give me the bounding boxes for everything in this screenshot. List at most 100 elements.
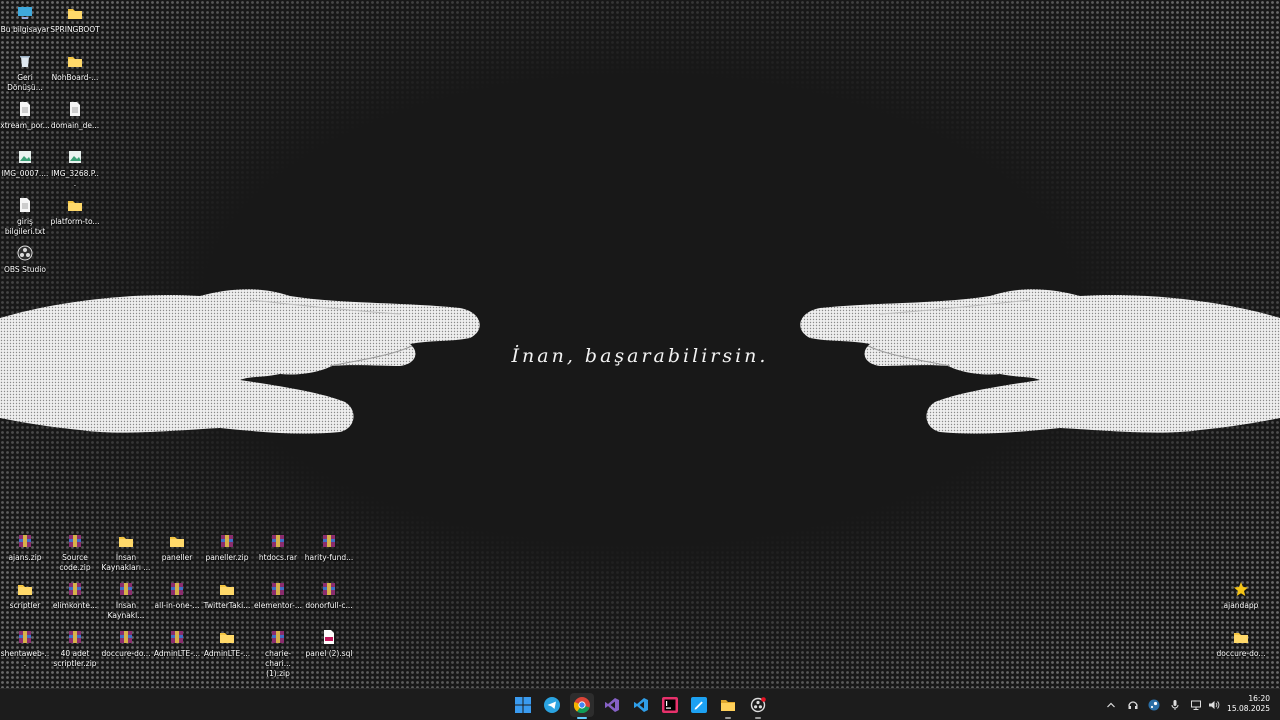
clock-time: 16:20 (1248, 694, 1270, 703)
desktop-icon-domain[interactable]: domain_de... (50, 101, 100, 131)
desktop-icon-label: charie-chari... (1).zip (265, 649, 291, 678)
tray-overflow[interactable] (1103, 697, 1119, 713)
desktop-icon-label: panel (2).sql (305, 649, 353, 658)
telegram-icon (544, 697, 560, 713)
tray-microphone[interactable] (1167, 697, 1183, 713)
desktop-icon-insan-kaynaklari-folder[interactable]: İnsan Kaynakları ... (101, 533, 151, 573)
desktop-icon-label: ajandapp (1223, 601, 1259, 610)
archive-icon (272, 583, 284, 595)
desktop-icon-all-in-one[interactable]: all-in-one-... (152, 581, 202, 611)
desktop-icon-giris-bilgileri[interactable]: giriş bilgileri.txt (0, 197, 50, 237)
taskbar-vscode[interactable] (629, 693, 653, 717)
image-file-icon (19, 151, 31, 163)
desktop-icon-doccure-folder[interactable]: doccure-do... (1216, 629, 1266, 659)
desktop-icon-this-pc[interactable]: Bu bilgisayar (0, 5, 50, 35)
desktop-icon-paneller-zip[interactable]: paneller.zip (202, 533, 252, 563)
archive-icon (120, 583, 132, 595)
microphone-icon (1171, 700, 1179, 710)
desktop-icon-xtream[interactable]: xtream_por... (0, 101, 50, 131)
desktop-icon-label: doccure-do... (101, 649, 151, 658)
desktop-icon-panel-sql[interactable]: panel (2).sql (304, 629, 354, 659)
tray-volume[interactable] (1206, 697, 1222, 713)
tray-steam[interactable] (1146, 697, 1162, 713)
chrome-icon (574, 697, 590, 713)
desktop-icon-ajans-zip[interactable]: ajans.zip (0, 533, 50, 563)
desktop-icon-adminlte-folder[interactable]: AdminLTE-... (202, 629, 252, 659)
running-indicator (725, 717, 731, 719)
text-file-icon (19, 101, 31, 117)
desktop-icon-recycle-bin[interactable]: Geri Dönüşü... (0, 53, 50, 93)
taskbar-chrome[interactable] (570, 693, 594, 719)
desktop-icon-label: doccure-do... (1216, 649, 1266, 658)
start-button[interactable] (511, 693, 535, 717)
desktop-icon-shentaweb[interactable]: shentaweb-... (0, 629, 50, 669)
desktop-icon-springboot[interactable]: SPRINGBOOT (50, 5, 100, 35)
chevron-up-icon (1107, 702, 1115, 708)
taskbar-edit-app[interactable] (687, 693, 711, 717)
desktop-icon-img-0007[interactable]: IMG_0007.... (0, 149, 50, 179)
desktop-icon-elimkonte[interactable]: elimkonte... (50, 581, 100, 611)
taskbar-intellij[interactable] (658, 693, 682, 717)
desktop-icon-charie-chari[interactable]: charie-chari... (1).zip (253, 629, 303, 679)
folder-icon (68, 201, 82, 211)
tray-network[interactable] (1188, 697, 1204, 713)
desktop-icon-img-3268[interactable]: IMG_3268.P... (50, 149, 100, 189)
desktop-icon-label: scriptler (9, 601, 41, 610)
desktop-icon-htdocs[interactable]: htdocs.rar (253, 533, 303, 563)
tray-headset[interactable] (1125, 697, 1141, 713)
desktop-icon-platform[interactable]: platform-to... (50, 197, 100, 227)
desktop-icon-40-adet-scriptler[interactable]: 40 adet scriptler.zip (50, 629, 100, 669)
headset-icon (1128, 701, 1138, 709)
folder-icon (119, 537, 133, 547)
taskbar-telegram[interactable] (540, 693, 564, 717)
desktop-icon-insan-kaynaklari-zip[interactable]: İnsan Kaynakl... (101, 581, 151, 621)
wallpaper-quote: İnan, başarabilirsin. (511, 345, 769, 367)
desktop-icon-label: giriş bilgileri.txt (4, 217, 46, 236)
folder-icon (170, 537, 184, 547)
image-file-icon (69, 151, 81, 163)
folder-icon (18, 585, 32, 595)
desktop-icon-doccure-zip[interactable]: doccure-do... (101, 629, 151, 659)
desktop-icon-label: AdminLTE-... (203, 649, 251, 658)
desktop-icon-label: NohBoard-... (51, 73, 99, 82)
desktop-icon-source-code[interactable]: Source code.zip (50, 533, 100, 573)
desktop-icon-label: xtream_por... (0, 121, 50, 130)
intellij-icon (662, 697, 678, 713)
taskbar-visual-studio[interactable] (600, 693, 624, 717)
network-icon (1191, 700, 1201, 710)
desktop-icon-paneller[interactable]: paneller (152, 533, 202, 563)
desktop-icon-label: OBS Studio (4, 265, 46, 274)
text-file-icon (19, 197, 31, 213)
desktop-icon-label: paneller.zip (205, 553, 249, 562)
desktop-icon-label: IMG_3268.P... (51, 169, 99, 188)
archive-icon (19, 535, 31, 547)
desktop-icon-label: TwitterTaki... (203, 601, 251, 610)
archive-icon (272, 631, 284, 643)
recycle-bin-icon (20, 56, 30, 67)
desktop-icon-label: htdocs.rar (258, 553, 298, 562)
archive-icon (221, 535, 233, 547)
desktop-icon-scriptler[interactable]: scriptler (0, 581, 50, 611)
desktop-icon-donorfull[interactable]: donorfull-c... (304, 581, 354, 611)
desktop-icon-obs-studio[interactable]: OBS Studio (0, 245, 50, 275)
taskbar-clock[interactable]: 16:20 15.08.2025 (1227, 694, 1270, 714)
desktop-icon-nohboard[interactable]: NohBoard-... (50, 53, 100, 83)
clock-date: 15.08.2025 (1227, 704, 1270, 713)
archive-icon (323, 583, 335, 595)
edit-app-icon (691, 697, 707, 713)
this-pc-icon (18, 7, 32, 19)
archive-icon (69, 535, 81, 547)
taskbar-file-explorer[interactable] (716, 693, 740, 719)
taskbar-obs[interactable] (746, 693, 770, 719)
desktop-icon-label: Bu bilgisayar (0, 25, 50, 34)
desktop-icon-ajandapp[interactable]: ajandapp (1216, 581, 1266, 611)
desktop-icon-adminlte-zip[interactable]: AdminLTE-... (152, 629, 202, 659)
star-app-icon (1234, 582, 1248, 596)
archive-icon (171, 583, 183, 595)
folder-icon (68, 9, 82, 19)
desktop-icon-harity-fund[interactable]: harity-fund... (304, 533, 354, 563)
desktop-icon-elementor[interactable]: elementor-... (253, 581, 303, 611)
desktop-icon-label: elimkonte... (52, 601, 98, 610)
archive-icon (272, 535, 284, 547)
desktop-icon-twittertaki[interactable]: TwitterTaki... (202, 581, 252, 611)
